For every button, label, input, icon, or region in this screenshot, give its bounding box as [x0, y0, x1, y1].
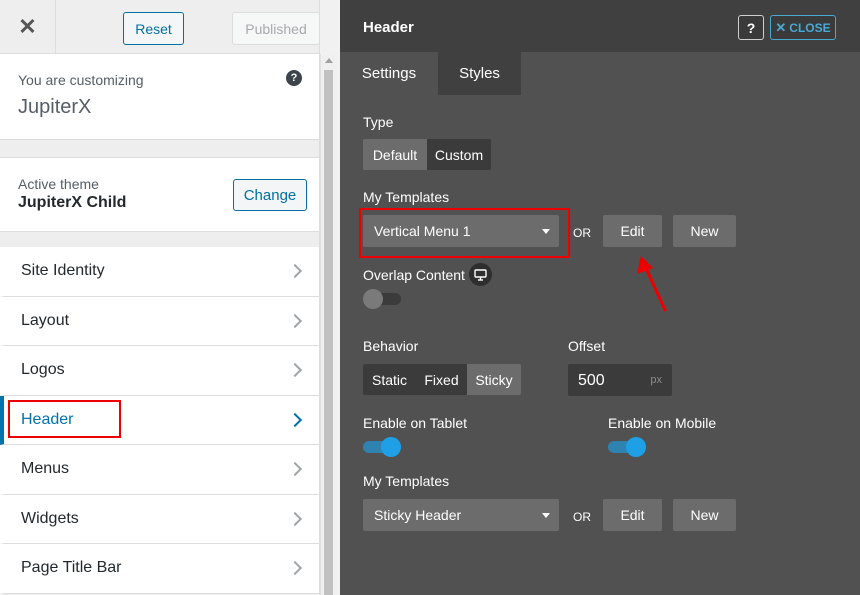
sidebar-item-label: Layout — [21, 311, 70, 329]
type-label: Type — [363, 114, 394, 130]
sidebar-scrollbar[interactable] — [320, 54, 336, 595]
close-label: CLOSE — [789, 20, 831, 35]
type-custom-option[interactable]: Custom — [427, 139, 491, 170]
active-theme-section: Active theme JupiterX Child Change — [0, 157, 319, 232]
toggle-knob — [363, 289, 383, 309]
enable-mobile-label: Enable on Mobile — [608, 415, 717, 431]
customizing-theme-name: JupiterX — [18, 96, 92, 118]
tab-styles[interactable]: Styles — [438, 52, 521, 95]
scroll-up-arrow-icon[interactable] — [325, 58, 333, 63]
help-icon[interactable]: ? — [286, 70, 302, 86]
customizer-topbar: ✕ Reset Published — [0, 0, 319, 54]
chevron-right-icon — [287, 511, 303, 526]
published-button: Published — [232, 12, 319, 45]
chevron-right-icon — [287, 363, 303, 378]
scrollbar-thumb[interactable] — [324, 70, 333, 595]
offset-unit: px — [650, 374, 662, 386]
edit-template-button[interactable]: Edit — [603, 215, 662, 247]
close-icon[interactable]: ✕ — [0, 0, 56, 54]
tab-settings[interactable]: Settings — [340, 52, 438, 95]
offset-label: Offset — [568, 338, 606, 354]
template-select-value: Vertical Menu 1 — [374, 223, 471, 239]
my-templates-label: My Templates — [363, 189, 450, 205]
edit-sticky-template-button[interactable]: Edit — [603, 499, 662, 531]
sidebar-item-label: Site Identity — [21, 262, 105, 280]
offset-value: 500 — [578, 372, 605, 389]
type-default-option[interactable]: Default — [363, 139, 427, 170]
sidebar-item-site-identity[interactable]: Site Identity — [0, 247, 319, 297]
caret-down-icon — [542, 513, 550, 518]
customizer-menu: Site Identity Layout Logos Header Menus … — [0, 247, 319, 594]
panel-close-button[interactable]: ✕ CLOSE — [770, 15, 836, 40]
type-switch: Default Custom — [363, 139, 491, 170]
behavior-sticky-option[interactable]: Sticky — [467, 364, 521, 395]
sticky-template-select[interactable]: Sticky Header — [363, 499, 559, 531]
sidebar-item-header[interactable]: Header — [0, 395, 319, 445]
sidebar-item-menus[interactable]: Menus — [0, 445, 319, 495]
change-theme-button[interactable]: Change — [233, 179, 307, 211]
chevron-right-icon — [287, 561, 303, 576]
overlap-content-toggle[interactable] — [363, 289, 401, 309]
sticky-template-value: Sticky Header — [374, 507, 462, 523]
caret-down-icon — [542, 229, 550, 234]
close-icon: ✕ — [775, 19, 787, 35]
chevron-right-icon — [287, 313, 303, 328]
sticky-templates-label: My Templates — [363, 473, 450, 489]
customizing-label: You are customizing — [18, 72, 144, 88]
template-select[interactable]: Vertical Menu 1 — [363, 215, 559, 247]
red-arrow-annotation — [637, 256, 667, 312]
sidebar-item-label: Logos — [21, 361, 65, 379]
or-separator: OR — [573, 226, 591, 240]
sidebar-item-label: Header — [21, 410, 74, 428]
customizer-sidebar: ✕ Reset Published You are customizing Ju… — [0, 0, 320, 595]
sidebar-item-label: Page Title Bar — [21, 559, 122, 577]
panel-title: Header — [363, 19, 414, 36]
sidebar-item-page-title-bar[interactable]: Page Title Bar — [0, 544, 319, 594]
new-template-button[interactable]: New — [673, 215, 736, 247]
panel-help-button[interactable]: ? — [738, 15, 764, 40]
behavior-fixed-option[interactable]: Fixed — [416, 364, 467, 395]
chevron-right-icon — [287, 412, 303, 427]
enable-tablet-label: Enable on Tablet — [363, 415, 468, 431]
enable-mobile-toggle[interactable] — [608, 437, 646, 457]
header-settings-panel: Header ? ✕ CLOSE Settings Styles Type De… — [340, 0, 860, 595]
monitor-icon — [469, 263, 492, 286]
toggle-knob — [626, 437, 646, 457]
behavior-static-option[interactable]: Static — [363, 364, 416, 395]
chevron-right-icon — [287, 462, 303, 477]
or-separator: OR — [573, 510, 591, 524]
toggle-knob — [381, 437, 401, 457]
customizing-info: You are customizing JupiterX ? — [0, 54, 319, 140]
sidebar-item-logos[interactable]: Logos — [0, 346, 319, 396]
behavior-label: Behavior — [363, 338, 419, 354]
enable-tablet-toggle[interactable] — [363, 437, 401, 457]
reset-button[interactable]: Reset — [123, 12, 184, 45]
panel-titlebar: Header ? ✕ CLOSE — [340, 0, 860, 52]
chevron-right-icon — [287, 264, 303, 279]
sidebar-item-label: Menus — [21, 460, 70, 478]
sidebar-item-layout[interactable]: Layout — [0, 296, 319, 346]
offset-input[interactable]: 500 px — [568, 364, 672, 396]
behavior-switch: Static Fixed Sticky — [363, 364, 521, 395]
active-theme-label: Active theme — [18, 176, 99, 192]
sidebar-item-label: Widgets — [21, 509, 79, 527]
new-sticky-template-button[interactable]: New — [673, 499, 736, 531]
overlap-content-label: Overlap Content — [363, 267, 465, 283]
active-theme-name: JupiterX Child — [18, 194, 127, 211]
sidebar-item-widgets[interactable]: Widgets — [0, 494, 319, 544]
